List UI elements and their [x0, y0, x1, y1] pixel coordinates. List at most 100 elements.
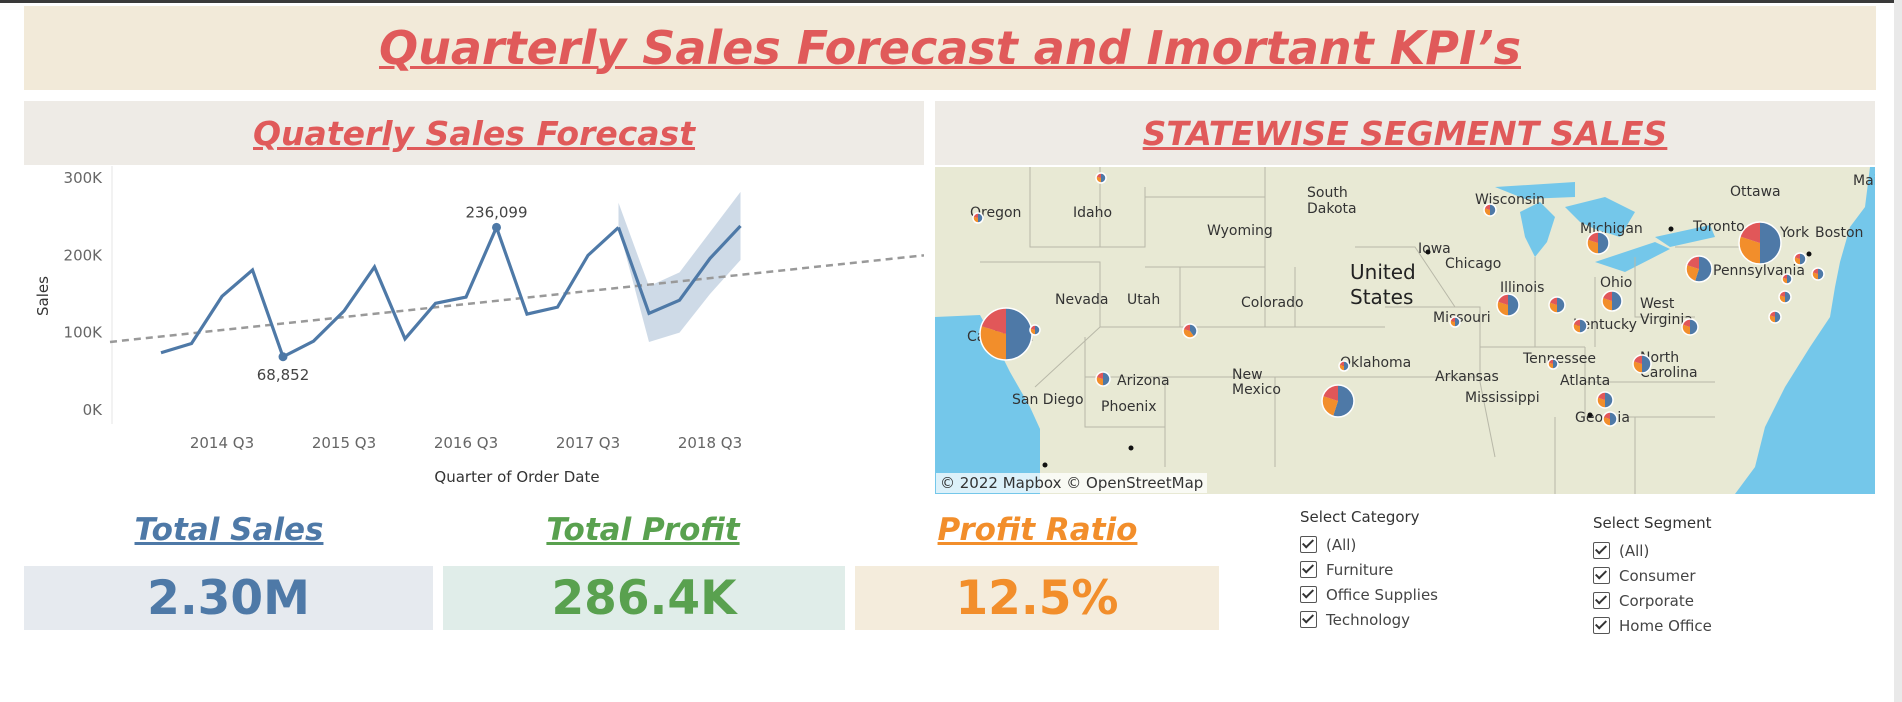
- segment-pie[interactable]: [1095, 371, 1111, 387]
- y-tick-label: 100K: [64, 324, 104, 342]
- category-option-all[interactable]: (All): [1300, 532, 1438, 557]
- profit-ratio-value: 12.5%: [855, 566, 1219, 630]
- map-place-label: Mississippi: [1465, 390, 1540, 406]
- segment-pie[interactable]: [1778, 290, 1792, 304]
- checkbox-checked-icon[interactable]: [1593, 567, 1610, 584]
- segment-pie[interactable]: [1547, 358, 1559, 370]
- segment-pie[interactable]: [1548, 296, 1566, 314]
- category-option-technology[interactable]: Technology: [1300, 607, 1438, 632]
- map-place-label: Colorado: [1241, 295, 1304, 311]
- segment-pie[interactable]: [1601, 290, 1623, 312]
- segment-pie[interactable]: [979, 307, 1033, 361]
- map-place-label: Arizona: [1117, 373, 1170, 389]
- segment-option-all[interactable]: (All): [1593, 538, 1712, 563]
- segment-filter: Select Segment (All) Consumer Corporate …: [1593, 514, 1712, 638]
- segment-pie[interactable]: [1338, 360, 1350, 372]
- checkbox-checked-icon[interactable]: [1300, 536, 1317, 553]
- checkbox-checked-icon[interactable]: [1300, 611, 1317, 628]
- segment-pie[interactable]: [1781, 273, 1793, 285]
- map-place-label: Ottawa: [1730, 184, 1781, 200]
- segment-pie[interactable]: [1483, 203, 1497, 217]
- map-place-label: Phoenix: [1101, 399, 1157, 415]
- map-place-label: Tennessee: [1522, 351, 1596, 367]
- segment-option-home-office[interactable]: Home Office: [1593, 613, 1712, 638]
- sales-series-line[interactable]: [160, 223, 620, 360]
- option-label: Corporate: [1619, 591, 1694, 610]
- segment-pie[interactable]: [1182, 323, 1198, 339]
- annotated-point[interactable]: [278, 352, 288, 362]
- segment-pie[interactable]: [1029, 324, 1041, 336]
- segment-pie[interactable]: [1738, 221, 1782, 265]
- total-profit-value: 286.4K: [443, 566, 845, 630]
- map-place-label: West: [1640, 296, 1675, 312]
- x-axis-title: Quarter of Order Date: [434, 468, 599, 486]
- category-option-office-supplies[interactable]: Office Supplies: [1300, 582, 1438, 607]
- scrollbar-track[interactable]: [1894, 0, 1902, 702]
- segment-pie[interactable]: [1793, 252, 1807, 266]
- total-profit-title: Total Profit: [546, 512, 740, 548]
- category-option-furniture[interactable]: Furniture: [1300, 557, 1438, 582]
- x-tick-label: 2015 Q3: [312, 434, 376, 452]
- segment-pie[interactable]: [1449, 316, 1461, 328]
- segment-pie[interactable]: [1811, 267, 1825, 281]
- checkbox-checked-icon[interactable]: [1593, 592, 1610, 609]
- map-place-label: Missouri: [1433, 310, 1491, 326]
- map-place-label: Chicago: [1445, 256, 1501, 272]
- checkbox-checked-icon[interactable]: [1593, 542, 1610, 559]
- map-attribution[interactable]: © 2022 Mapbox © OpenStreetMap: [936, 473, 1208, 493]
- map-place-label: United: [1350, 260, 1416, 284]
- data-label: 68,852: [257, 366, 310, 384]
- segment-pie[interactable]: [1321, 384, 1355, 418]
- segment-pie[interactable]: [1596, 391, 1614, 409]
- sales-forecast-chart[interactable]: 236,099 68,852 300K 200K 100K 0K 2014 Q3 2015…: [24, 166, 924, 490]
- map-place-label: Maine: [1853, 173, 1875, 189]
- segment-option-consumer[interactable]: Consumer: [1593, 563, 1712, 588]
- option-label: (All): [1619, 541, 1650, 560]
- option-label: Consumer: [1619, 566, 1696, 585]
- segment-pie[interactable]: [1095, 172, 1107, 184]
- segment-pie[interactable]: [1768, 310, 1782, 324]
- segment-pie[interactable]: [1681, 318, 1699, 336]
- y-tick-label: 200K: [64, 246, 104, 264]
- segment-option-corporate[interactable]: Corporate: [1593, 588, 1712, 613]
- map-place-label: Oklahoma: [1340, 355, 1411, 371]
- checkbox-checked-icon[interactable]: [1593, 617, 1610, 634]
- checkbox-checked-icon[interactable]: [1300, 586, 1317, 603]
- segment-pie[interactable]: [1602, 411, 1618, 427]
- option-label: Furniture: [1326, 560, 1394, 579]
- segment-filter-title: Select Segment: [1593, 514, 1712, 532]
- map-place-label: Ohio: [1600, 275, 1632, 291]
- annotated-point[interactable]: [492, 222, 501, 232]
- map-place-label: Mexico: [1232, 382, 1281, 398]
- option-label: Office Supplies: [1326, 585, 1439, 604]
- y-tick-label: 0K: [83, 401, 104, 419]
- category-filter-title: Select Category: [1300, 508, 1420, 526]
- map-place-label: Utah: [1127, 292, 1160, 308]
- option-label: Technology: [1326, 610, 1411, 629]
- segment-pie[interactable]: [1586, 231, 1610, 255]
- category-filter: Select Category (All) Furniture Office S…: [1300, 508, 1438, 632]
- forecast-panel-header: Quaterly Sales Forecast: [24, 101, 924, 165]
- forecast-panel-title: Quaterly Sales Forecast: [253, 113, 695, 153]
- segment-pie[interactable]: [1685, 255, 1713, 283]
- profit-ratio-title: Profit Ratio: [937, 512, 1138, 548]
- trend-line: [109, 254, 924, 344]
- segment-pie[interactable]: [1572, 318, 1588, 334]
- state-segment-map[interactable]: OregonIdahoSouthDakotaWisconsinOttawaMai…: [935, 167, 1875, 494]
- segment-pie[interactable]: [1496, 293, 1520, 317]
- forecast-confidence-band: [618, 191, 741, 342]
- map-place-label: Idaho: [1073, 205, 1112, 221]
- map-place-label: Toronto: [1692, 219, 1745, 235]
- option-label: (All): [1326, 535, 1357, 554]
- checkbox-checked-icon[interactable]: [1300, 561, 1317, 578]
- x-tick-label: 2014 Q3: [190, 434, 254, 452]
- dashboard-title: Quarterly Sales Forecast and Imortant KP…: [379, 21, 1521, 75]
- map-place-label: South: [1307, 185, 1348, 201]
- map-place-label: Atlanta: [1560, 373, 1610, 389]
- map-place-label: Iowa: [1418, 241, 1451, 257]
- map-place-label: Nevada: [1055, 292, 1108, 308]
- map-place-label: Arkansas: [1435, 369, 1499, 385]
- segment-pie[interactable]: [972, 212, 984, 224]
- top-border: [0, 0, 1902, 3]
- segment-pie[interactable]: [1632, 354, 1652, 374]
